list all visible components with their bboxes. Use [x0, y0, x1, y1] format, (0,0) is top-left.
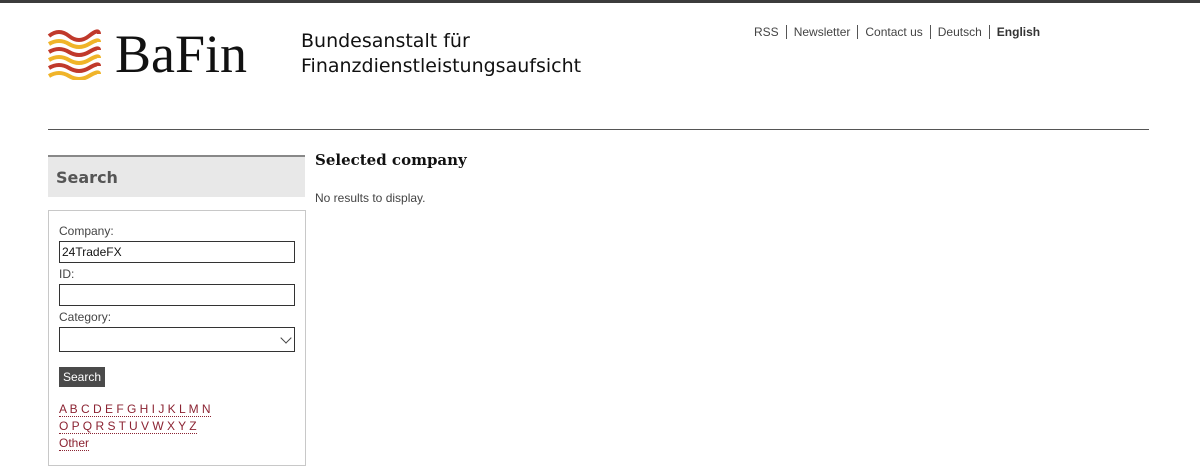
service-navigation: RSS Newsletter Contact us Deutsch Englis… [754, 25, 1047, 39]
alphabet-links-a-n[interactable]: A B C D E F G H I J K L M N [59, 402, 211, 417]
page-title: Selected company [315, 151, 467, 169]
nav-newsletter-link[interactable]: Newsletter [785, 25, 858, 39]
company-input[interactable] [59, 241, 295, 263]
top-border [0, 0, 1200, 3]
nav-contact-link[interactable]: Contact us [857, 25, 929, 39]
nav-english-link[interactable]: English [988, 25, 1047, 39]
id-input[interactable] [59, 284, 295, 306]
id-label: ID: [59, 267, 75, 281]
chevron-down-icon [280, 331, 292, 344]
search-panel-title: Search [56, 168, 118, 187]
agency-name-line1: Bundesanstalt für [301, 30, 470, 52]
category-select[interactable] [59, 327, 295, 352]
waves-icon [47, 29, 101, 80]
agency-name: Bundesanstalt für Finanzdienstleistungsa… [301, 29, 581, 79]
no-results-message: No results to display. [315, 191, 426, 205]
header-divider [48, 129, 1149, 130]
search-button[interactable]: Search [59, 367, 106, 387]
alphabet-row-1: A B C D E F G H I J K L M N [59, 401, 211, 418]
alphabet-row-2: O P Q R S T U V W X Y Z [59, 418, 197, 435]
bafin-logo[interactable]: BaFin [47, 24, 267, 84]
agency-name-line2: Finanzdienstleistungsaufsicht [301, 55, 582, 77]
alphabet-links-o-z[interactable]: O P Q R S T U V W X Y Z [59, 419, 197, 434]
other-link[interactable]: Other [59, 436, 90, 451]
other-row: Other [59, 435, 90, 452]
search-panel-header: Search [48, 155, 305, 197]
search-form: Company: ID: Category: Search A B C D E … [48, 210, 306, 466]
nav-deutsch-link[interactable]: Deutsch [929, 25, 989, 39]
category-label: Category: [59, 310, 112, 324]
logo-wordmark: BaFin [115, 24, 248, 84]
company-label: Company: [59, 224, 114, 238]
nav-rss-link[interactable]: RSS [754, 25, 786, 39]
